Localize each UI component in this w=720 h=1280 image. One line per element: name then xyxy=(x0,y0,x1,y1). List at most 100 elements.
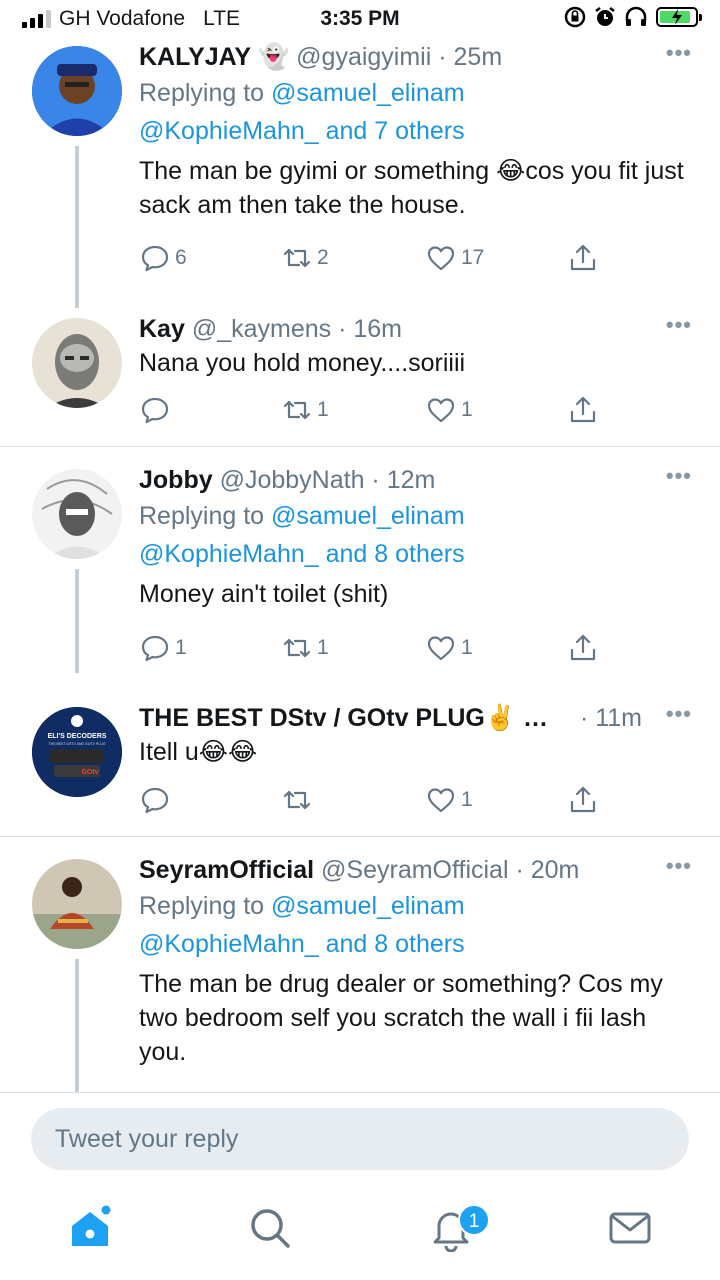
share-button[interactable] xyxy=(567,242,599,274)
share-button[interactable] xyxy=(567,632,599,664)
more-icon[interactable]: ••• xyxy=(666,40,692,66)
more-icon[interactable]: ••• xyxy=(666,701,692,727)
retweet-icon xyxy=(283,248,311,268)
like-button[interactable]: 1 xyxy=(425,632,473,664)
like-icon xyxy=(427,636,455,661)
thread-line xyxy=(75,569,79,673)
share-button[interactable] xyxy=(567,394,599,426)
messages-icon xyxy=(609,1212,651,1244)
replying-to-others-link[interactable]: @KophieMahn_ and 7 others xyxy=(139,117,465,145)
reply-icon xyxy=(141,245,169,272)
like-icon xyxy=(427,246,455,271)
like-count: 1 xyxy=(461,788,473,811)
timestamp: 20m xyxy=(530,856,580,884)
display-name[interactable]: THE BEST DStv / GOtv PLUG xyxy=(139,704,485,732)
replying-to-others-link[interactable]: @KophieMahn_ and 8 others xyxy=(139,540,465,568)
replying-to-link[interactable]: @samuel_elinam xyxy=(271,79,465,107)
tweet-body: SeyramOfficial @SeyramOfficial · 20m •••… xyxy=(139,853,692,1069)
reply-icon xyxy=(141,635,169,662)
tweet-kay[interactable]: Kay @_kaymens · 16m ••• Nana you hold mo… xyxy=(0,306,720,446)
replying-to-link[interactable]: @samuel_elinam xyxy=(271,502,465,530)
avatar-brand: GOtv xyxy=(81,769,98,776)
retweet-button[interactable]: 1 xyxy=(281,394,329,426)
tweet-text: The man be drug dealer or something? Cos… xyxy=(139,970,663,1066)
retweet-button[interactable]: 1 xyxy=(281,632,329,664)
retweet-button[interactable] xyxy=(281,784,317,816)
display-name[interactable]: KALYJAY xyxy=(139,43,251,71)
handle[interactable]: @SeyramOfficial xyxy=(321,856,508,884)
search-icon xyxy=(251,1209,290,1248)
share-button[interactable] xyxy=(567,784,599,816)
tweet-text: Money ain't toilet (shit) xyxy=(139,580,389,608)
tweet-body: Kay @_kaymens · 16m ••• Nana you hold mo… xyxy=(139,312,692,380)
tweet-body: Jobby @JobbyNath · 12m ••• Replying to @… xyxy=(139,463,692,611)
reply-button[interactable] xyxy=(139,394,175,426)
display-name[interactable]: Jobby xyxy=(139,466,213,494)
tab-home[interactable] xyxy=(66,1204,114,1252)
like-count: 17 xyxy=(461,246,485,269)
retweet-button[interactable]: 2 xyxy=(281,242,329,274)
like-button[interactable]: 1 xyxy=(425,394,473,426)
tweet-actions: 6 2 17 xyxy=(139,242,609,276)
replying-to-others-link[interactable]: @KophieMahn_ and 8 others xyxy=(139,930,465,958)
display-name[interactable]: SeyramOfficial xyxy=(139,856,314,884)
reply-icon xyxy=(141,397,169,424)
share-icon xyxy=(570,786,596,813)
like-button[interactable]: 17 xyxy=(425,242,484,274)
avatar[interactable] xyxy=(32,469,122,559)
name-emoji: 👻 xyxy=(258,43,290,71)
reply-button[interactable] xyxy=(139,784,175,816)
tweet-text: Itell u😂😂 xyxy=(139,738,258,766)
reply-input[interactable] xyxy=(31,1108,689,1170)
timestamp: 25m xyxy=(453,43,503,71)
tweet-header: Jobby @JobbyNath · 12m xyxy=(139,466,436,494)
like-button[interactable]: 1 xyxy=(425,784,473,816)
divider xyxy=(0,1092,720,1093)
replying-to-link[interactable]: @samuel_elinam xyxy=(271,892,465,920)
retweet-icon xyxy=(283,790,311,810)
reply-button[interactable]: 1 xyxy=(139,632,187,664)
replying-to-others: @KophieMahn_ and 8 others xyxy=(139,925,692,963)
replying-to: Replying to @samuel_elinam xyxy=(139,79,465,107)
retweet-count: 1 xyxy=(317,398,329,421)
replying-to-others: @KophieMahn_ and 8 others xyxy=(139,535,692,573)
retweet-count: 2 xyxy=(317,246,329,269)
tweet-kalyjay[interactable]: KALYJAY 👻 @gyaigyimii · 25m ••• Replying… xyxy=(0,40,720,308)
tweet-body: KALYJAY 👻 @gyaigyimii · 25m ••• Replying… xyxy=(139,40,692,222)
more-icon[interactable]: ••• xyxy=(666,463,692,489)
retweet-count: 1 xyxy=(317,636,329,659)
avatar[interactable] xyxy=(32,859,122,949)
avatar[interactable]: ELI'S DECODERS THE BEST DSTV AND GOTV PL… xyxy=(32,707,122,797)
handle[interactable]: @gyaigyimii xyxy=(296,43,431,71)
tweet-actions: 1 1 xyxy=(139,394,609,428)
alarm-icon xyxy=(595,7,615,26)
display-name[interactable]: Kay xyxy=(139,315,185,343)
tweet-text: The man be gyimi or something 😂cos you f… xyxy=(139,157,684,219)
reply-count: 6 xyxy=(175,246,187,269)
reply-button[interactable]: 6 xyxy=(139,242,187,274)
tweet-header: SeyramOfficial @SeyramOfficial · 20m xyxy=(139,856,580,884)
handle[interactable]: @_kaymens xyxy=(192,315,331,343)
reply-composer[interactable] xyxy=(31,1108,689,1170)
replying-to-others: @KophieMahn_ and 7 others xyxy=(139,112,692,150)
replying-to: Replying to @samuel_elinam xyxy=(139,892,465,920)
tweet-jobby[interactable]: Jobby @JobbyNath · 12m ••• Replying to @… xyxy=(0,447,720,673)
avatar[interactable] xyxy=(32,318,122,408)
status-icons xyxy=(564,6,702,28)
avatar-title: ELI'S DECODERS xyxy=(48,733,107,740)
more-icon[interactable]: ••• xyxy=(666,853,692,879)
tweet-header: Kay @_kaymens · 16m xyxy=(139,315,403,343)
thread-line xyxy=(75,959,79,1093)
avatar[interactable] xyxy=(32,46,122,136)
tweet-dstv-plug[interactable]: ELI'S DECODERS THE BEST DSTV AND GOTV PL… xyxy=(0,673,720,836)
tweet-seyramofficial[interactable]: SeyramOfficial @SeyramOfficial · 20m •••… xyxy=(0,837,720,1093)
reply-count: 1 xyxy=(175,636,187,659)
timestamp: 12m xyxy=(386,466,436,494)
tab-search[interactable] xyxy=(246,1204,294,1252)
more-icon[interactable]: ••• xyxy=(666,312,692,338)
like-count: 1 xyxy=(461,636,473,659)
tab-messages[interactable] xyxy=(606,1204,654,1252)
handle[interactable]: @JobbyNath xyxy=(220,466,365,494)
tweet-actions: 1 xyxy=(139,784,609,818)
tab-bar xyxy=(0,1190,720,1280)
